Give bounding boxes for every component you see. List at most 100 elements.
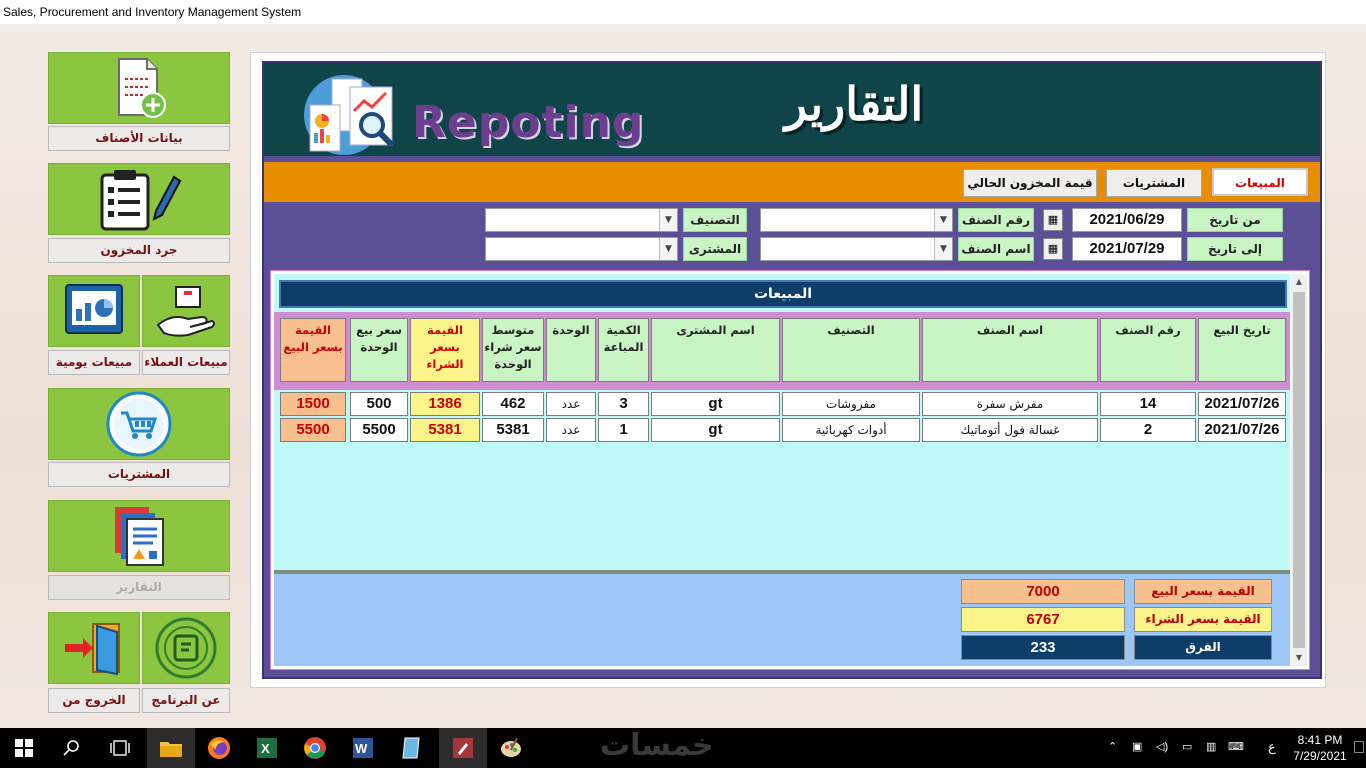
customer-sales-tile[interactable] [142,275,230,347]
chrome-icon[interactable] [301,734,329,762]
scroll-down-icon[interactable]: ▼ [1291,650,1307,666]
total-purchase-value-label: القيمة بسعر الشراء [1134,607,1272,632]
sidebar-item-daily-sales[interactable]: مبيعات يومية [48,350,140,375]
table-title: المبيعات [279,280,1287,308]
table-row-2-unit-price[interactable]: 5500 [350,418,408,442]
svg-text:W: W [355,741,368,756]
notes-app-icon[interactable] [397,734,425,762]
exit-tile[interactable] [48,612,140,684]
chevron-down-icon[interactable]: ▼ [659,209,677,231]
calendar-icon: ▦ [1047,213,1059,226]
table-row-2-sale-date[interactable]: 2021/07/26 [1198,418,1286,442]
item-no-combo[interactable]: ▼ [760,208,953,232]
keyboard-icon[interactable]: ⌨ [1228,740,1244,753]
table-row-2-category[interactable]: أدوات كهربائية [782,418,920,442]
purchases-tile[interactable] [48,388,230,460]
col-header-sale-value: القيمة بسعر البيع [280,318,346,382]
table-row-2-qty[interactable]: 1 [598,418,649,442]
sidebar-item-about[interactable]: عن البرنامج [142,688,230,713]
item-no-label: رقم الصنف [958,208,1034,232]
tray-chevron-icon[interactable]: ⌃ [1108,740,1117,753]
reports-stack-icon [115,507,164,566]
table-row-2-item-no[interactable]: 2 [1100,418,1196,442]
col-header-item-name: اسم الصنف [922,318,1098,382]
buyer-combo[interactable]: ▼ [485,237,678,261]
from-calendar-button[interactable]: ▦ [1043,209,1063,231]
vertical-scrollbar[interactable]: ▲ ▼ [1291,274,1307,666]
cart-icon [106,391,172,457]
notification-icon[interactable] [1354,741,1364,753]
table-row-1-item-no[interactable]: 14 [1100,392,1196,416]
tab-purchases[interactable]: المشتريات [1106,169,1202,197]
access-app-icon[interactable] [449,734,477,762]
scroll-up-icon[interactable]: ▲ [1291,274,1307,290]
reports-tile[interactable] [48,500,230,572]
sidebar-item-inventory[interactable]: جرد المخزون [48,238,230,263]
table-row-1-unit[interactable]: عدد [546,392,596,416]
task-view-icon[interactable] [106,734,134,762]
table-row-2-item-name[interactable]: غسالة فول أتوماتيك [922,418,1098,442]
col-header-item-no: رقم الصنف [1100,318,1196,382]
items-data-tile[interactable] [48,52,230,124]
chevron-down-icon[interactable]: ▼ [934,238,952,260]
chevron-down-icon[interactable]: ▼ [934,209,952,231]
item-name-combo[interactable]: ▼ [760,237,953,261]
sidebar-item-items-data[interactable]: بيانات الأصناف [48,126,230,151]
battery-icon[interactable]: ▥ [1206,740,1216,753]
inventory-tile[interactable] [48,163,230,235]
clipboard-pen-icon [100,170,182,231]
sidebar-item-purchases[interactable]: المشتريات [48,462,230,487]
tab-sales[interactable]: المبيعات [1212,168,1308,196]
volume-icon[interactable]: ◁) [1156,740,1168,753]
table-row-1-avg-cost[interactable]: 462 [482,392,544,416]
logo-text: Repoting [412,97,645,148]
search-icon[interactable] [58,734,86,762]
clock[interactable]: 8:41 PM 7/29/2021 [1290,732,1350,764]
col-header-buyer: اسم المشترى [651,318,780,382]
table-row-2-unit[interactable]: عدد [546,418,596,442]
table-row-1-sale-date[interactable]: 2021/07/26 [1198,392,1286,416]
table-row-1-buyer[interactable]: gt [651,392,780,416]
svg-text:X: X [261,741,270,756]
file-explorer-icon[interactable] [157,734,185,762]
sidebar-item-customer-sales[interactable]: مبيعات العملاء [142,350,230,375]
sidebar-item-exit[interactable]: الخروج من [48,688,140,713]
document-add-icon [118,58,166,118]
excel-icon[interactable]: X [253,734,281,762]
firefox-icon[interactable] [205,734,233,762]
paint-icon[interactable] [497,734,525,762]
tab-inventory-value[interactable]: قيمة المخزون الحالي [963,169,1097,197]
display-icon[interactable]: ▭ [1182,740,1192,753]
sidebar-item-reports[interactable]: التقارير [48,575,230,600]
category-combo[interactable]: ▼ [485,208,678,232]
chevron-down-icon[interactable]: ▼ [659,238,677,260]
word-icon[interactable]: W [349,734,377,762]
table-row-1-qty[interactable]: 3 [598,392,649,416]
scroll-thumb[interactable] [1293,292,1305,648]
network-icon[interactable]: ▣ [1132,740,1142,753]
table-row-2-sale-value[interactable]: 5500 [280,418,346,442]
table-row-2-avg-cost[interactable]: 5381 [482,418,544,442]
from-date-field[interactable]: 2021/06/29 [1072,208,1182,232]
to-date-field[interactable]: 2021/07/29 [1072,237,1182,261]
table-row-1-category[interactable]: مفروشات [782,392,920,416]
table-row-1-cost-value[interactable]: 1386 [410,392,480,416]
table-row-1-sale-value[interactable]: 1500 [280,392,346,416]
table-row-1-unit-price[interactable]: 500 [350,392,408,416]
difference-value: 233 [961,635,1125,660]
calendar-icon: ▦ [1047,242,1059,255]
input-language[interactable]: ع [1268,739,1276,755]
table-row-1-item-name[interactable]: مفرش سفرة [922,392,1098,416]
daily-sales-tile[interactable] [48,275,140,347]
to-date-label: إلى تاريخ [1187,237,1283,261]
about-badge-icon [155,617,217,679]
to-calendar-button[interactable]: ▦ [1043,238,1063,260]
table-row-2-cost-value[interactable]: 5381 [410,418,480,442]
windows-start-icon[interactable] [10,734,38,762]
about-tile[interactable] [142,612,230,684]
total-sale-value-label: القيمة بسعر البيع [1134,579,1272,604]
clock-time: 8:41 PM [1297,733,1343,747]
item-name-label: اسم الصنف [958,237,1034,261]
buyer-label: المشترى [683,237,747,261]
table-row-2-buyer[interactable]: gt [651,418,780,442]
